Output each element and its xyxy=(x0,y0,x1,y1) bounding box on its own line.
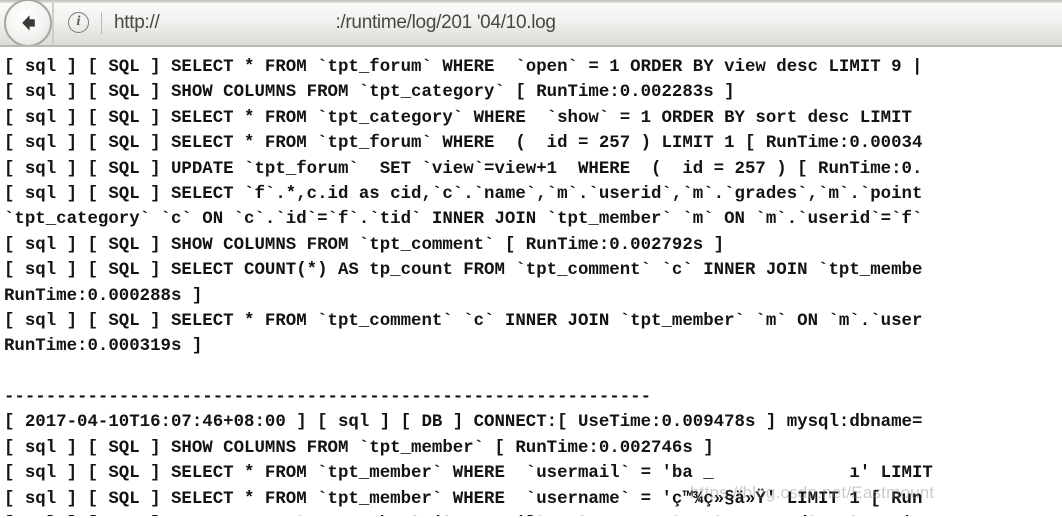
log-content-area[interactable]: [ sql ] [ SQL ] SELECT * FROM `tpt_forum… xyxy=(0,49,1062,518)
address-bar[interactable]: i http:// :/runtime/log/201 '04/10.log xyxy=(54,0,1062,45)
log-line: [ sql ] [ SQL ] SELECT * FROM `tpt_forum… xyxy=(4,58,923,77)
arrow-left-icon xyxy=(15,10,41,36)
log-line: [ sql ] [ SQL ] SHOW COLUMNS FROM `tpt_m… xyxy=(4,438,714,458)
back-button[interactable] xyxy=(4,0,52,45)
log-text: [ sql ] [ SQL ] SELECT * FROM `tpt_forum… xyxy=(0,49,1062,518)
log-line: [ sql ] [ SQL ] SELECT * FROM `tpt_categ… xyxy=(4,108,912,128)
log-line: [ sql ] [ SQL ] SHOW COLUMNS FROM `tpt_c… xyxy=(4,83,735,103)
log-line: RunTime:0.000288s ] xyxy=(4,286,203,306)
log-line: [ sql ] [ SQL ] SELECT * FROM `tpt_membe… xyxy=(4,464,933,484)
log-line: [ sql ] [ SQL ] SELECT * FROM `tpt_forum… xyxy=(4,134,923,154)
url-path-text: :/runtime/log/201 '04/10.log xyxy=(335,11,556,33)
log-line: [ sql ] [ SQL ] SELECT * FROM `tpt_membe… xyxy=(4,489,923,509)
log-line: [ sql ] [ SQL ] SELECT * FROM `tpt_comme… xyxy=(4,311,923,331)
browser-toolbar: i http:// :/runtime/log/201 '04/10.log xyxy=(0,0,1062,47)
log-line: [ sql ] [ SQL ] UPDATE `tpt_forum` SET `… xyxy=(4,159,923,179)
log-line: RunTime:0.000319s ] xyxy=(4,337,203,357)
log-line: `tpt_category` `c` ON `c`.`id`=`f`.`tid`… xyxy=(4,210,923,230)
log-line: [ 2017-04-10T16:07:46+08:00 ] [ sql ] [ … xyxy=(4,413,923,433)
log-line: [ sql ] [ SQL ] SELECT `f`.*,c.id as cid… xyxy=(4,184,923,204)
address-bar-separator xyxy=(101,11,102,34)
log-line: [ sql ] [ SQL ] SHOW COLUMNS FROM `tpt_c… xyxy=(4,235,725,255)
log-line: [ sql ] [ SQL ] SELECT COUNT(*) AS tp_co… xyxy=(4,261,923,281)
log-line: ----------------------------------------… xyxy=(4,388,652,408)
url-scheme-text: http:// xyxy=(114,11,160,33)
info-icon[interactable]: i xyxy=(68,12,89,33)
